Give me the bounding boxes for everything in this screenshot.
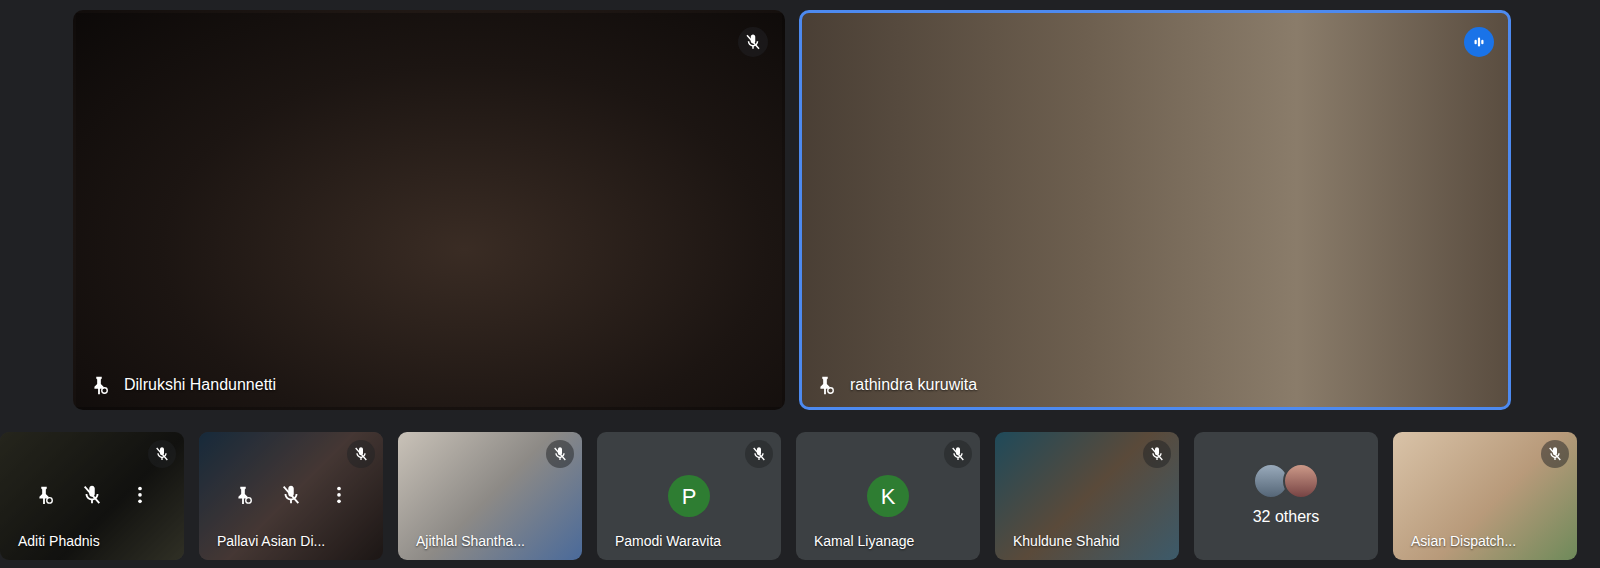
mic-off-icon [745,440,773,468]
participant-name: Asian Dispatch... [1411,531,1516,552]
more-options-icon[interactable] [328,484,350,506]
tile-controls [232,484,350,506]
participant-name: Aditi Phadnis [18,531,100,552]
participant-name: Ajithlal Shantha... [416,531,525,552]
participant-tile[interactable]: Pallavi Asian Di... [199,432,383,560]
participant-tile[interactable]: Aditi Phadnis [0,432,184,560]
participant-name: Khuldune Shahid [1013,531,1120,552]
participant-tile[interactable]: K Kamal Liyanage [796,432,980,560]
avatar: P [668,475,710,517]
mic-off-icon[interactable] [280,484,302,506]
avatar-icon [1283,463,1319,499]
others-avatars [1253,463,1319,499]
more-options-icon[interactable] [129,484,151,506]
mic-off-icon [546,440,574,468]
participant-tile[interactable]: Asian Dispatch... [1393,432,1577,560]
pin-icon[interactable] [814,374,836,396]
others-count: 32 others [1253,505,1320,529]
mic-off-icon [347,440,375,468]
mic-off-icon[interactable] [81,484,103,506]
participant-tile[interactable]: rathindra kuruwita [799,10,1511,410]
main-stage: Dilrukshi Handunnetti rathindra kuruwita [0,0,1600,432]
tile-controls [33,484,151,506]
participant-tile[interactable]: P Pamodi Waravita [597,432,781,560]
mic-off-icon [944,440,972,468]
participant-name: Pamodi Waravita [615,531,721,552]
others-tile[interactable]: 32 others [1194,432,1378,560]
mic-off-icon [148,440,176,468]
avatar: K [867,475,909,517]
participant-name: Dilrukshi Handunnetti [124,373,276,397]
participant-label: Dilrukshi Handunnetti [88,373,276,397]
participant-name: rathindra kuruwita [850,373,977,397]
mic-off-icon [738,27,768,57]
participant-label: rathindra kuruwita [814,373,977,397]
participant-strip: Aditi Phadnis Pallavi Asian Di... Ajithlal… [0,432,1600,568]
participant-name: Kamal Liyanage [814,531,914,552]
participant-tile[interactable]: Dilrukshi Handunnetti [73,10,785,410]
participant-name: Pallavi Asian Di... [217,531,325,552]
mic-off-icon [1143,440,1171,468]
pin-icon[interactable] [232,484,254,506]
pin-icon[interactable] [88,374,110,396]
participant-tile[interactable]: Ajithlal Shantha... [398,432,582,560]
pin-icon[interactable] [33,484,55,506]
mic-off-icon [1541,440,1569,468]
participant-tile[interactable]: Khuldune Shahid [995,432,1179,560]
speaking-icon [1464,27,1494,57]
